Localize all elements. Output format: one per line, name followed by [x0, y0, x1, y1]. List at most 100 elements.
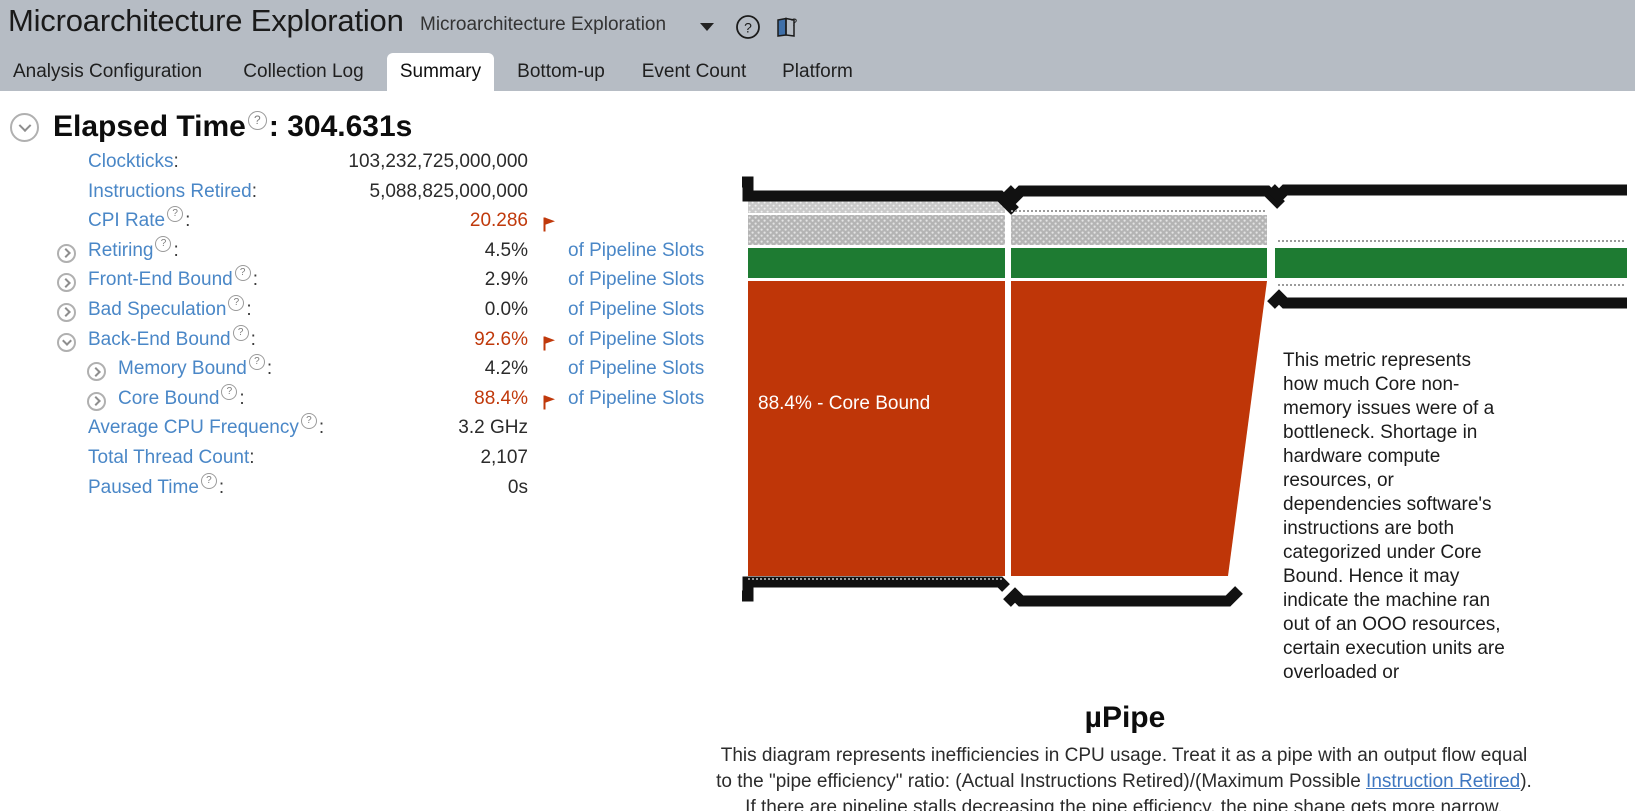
- metric-row: Total Thread Count: 2,107: [0, 447, 730, 477]
- app-title: Microarchitecture Exploration: [8, 3, 404, 39]
- tab-bar: Analysis Configuration Collection LogSumm…: [0, 53, 1635, 91]
- analysis-name-label[interactable]: Microarchitecture Exploration: [420, 14, 666, 36]
- metric-label-text: Bad Speculation: [88, 299, 226, 321]
- metric-label[interactable]: Instructions Retired:: [88, 181, 257, 203]
- pipe-segment-2[interactable]: [1007, 189, 1281, 603]
- warning-flag-icon: [543, 336, 556, 351]
- metric-value: 3.2 GHz: [278, 417, 528, 439]
- metric-row: Memory Bound?: 4.2% of Pipeline Slots: [0, 358, 730, 388]
- tab-collection-log[interactable]: Collection Log: [226, 53, 381, 91]
- back-end-bound-band-2: [1011, 281, 1267, 576]
- metric-unit[interactable]: of Pipeline Slots: [568, 299, 704, 321]
- metric-label-text: Average CPU Frequency: [88, 417, 299, 439]
- expand-toggle-icon[interactable]: [87, 392, 106, 411]
- chevron-down-icon[interactable]: [700, 23, 714, 31]
- question-circle-icon[interactable]: ?: [735, 14, 761, 40]
- metric-row: Core Bound?: 88.4% of Pipeline Slots: [0, 388, 730, 418]
- metric-row: Clockticks: 103,232,725,000,000: [0, 151, 730, 181]
- metric-label[interactable]: Memory Bound?:: [118, 358, 272, 380]
- metric-colon: :: [174, 151, 179, 173]
- tab-bottom-up[interactable]: Bottom-up: [500, 53, 622, 91]
- metric-value: 103,232,725,000,000: [278, 151, 528, 173]
- book-help-icon[interactable]: ?: [775, 14, 801, 40]
- help-icon[interactable]: ?: [155, 236, 171, 252]
- help-icon[interactable]: ?: [221, 384, 237, 400]
- metric-label[interactable]: Total Thread Count:: [88, 447, 255, 469]
- expand-toggle-icon[interactable]: [57, 303, 76, 322]
- metric-label-text: Front-End Bound: [88, 269, 233, 291]
- metric-unit[interactable]: of Pipeline Slots: [568, 388, 704, 410]
- elapsed-time-label: Elapsed Time: [53, 110, 246, 144]
- expand-toggle-icon[interactable]: [57, 333, 76, 352]
- metric-unit[interactable]: of Pipeline Slots: [568, 269, 704, 291]
- metric-row: Bad Speculation?:0.0%of Pipeline Slots: [0, 299, 730, 329]
- metric-label[interactable]: Front-End Bound?:: [88, 269, 258, 291]
- metric-value: 2,107: [278, 447, 528, 469]
- metric-row: Paused Time?: 0s: [0, 477, 730, 507]
- metric-value: 20.286: [278, 210, 528, 232]
- pipe-segment-3[interactable]: [1271, 188, 1627, 305]
- metric-label[interactable]: Bad Speculation?:: [88, 299, 252, 321]
- metric-value: 4.2%: [278, 358, 528, 380]
- metric-colon: :: [239, 388, 244, 410]
- metric-label-text: CPI Rate: [88, 210, 165, 232]
- tab-platform[interactable]: Platform: [766, 53, 869, 91]
- metric-colon: :: [246, 299, 251, 321]
- retiring-band-2: [1011, 248, 1267, 278]
- help-icon[interactable]: ?: [228, 295, 244, 311]
- metric-colon: :: [185, 210, 190, 232]
- metric-colon: :: [173, 240, 178, 262]
- metric-row: CPI Rate?: 20.286: [0, 210, 730, 240]
- collapse-toggle-icon[interactable]: [10, 113, 39, 142]
- metric-label[interactable]: Retiring?:: [88, 240, 179, 262]
- metric-colon: :: [267, 358, 272, 380]
- metric-row: Average CPU Frequency?:3.2 GHz: [0, 417, 730, 447]
- flag-wrap: [543, 334, 556, 349]
- metric-label-text: Memory Bound: [118, 358, 247, 380]
- help-icon[interactable]: ?: [233, 325, 249, 341]
- help-icon[interactable]: ?: [201, 473, 217, 489]
- instruction-retired-link[interactable]: Instruction Retired: [1366, 771, 1520, 792]
- metric-label[interactable]: Paused Time?:: [88, 477, 224, 499]
- metric-value: 4.5%: [278, 240, 528, 262]
- help-icon[interactable]: ?: [249, 354, 265, 370]
- metric-label[interactable]: Clockticks:: [88, 151, 179, 173]
- help-icon[interactable]: ?: [248, 111, 267, 130]
- metrics-list: Clockticks: 103,232,725,000,000 Instructio…: [0, 151, 730, 506]
- metric-value: 92.6%: [278, 329, 528, 351]
- metric-tooltip: This metric represents how much Core non…: [1283, 349, 1511, 685]
- metric-value: 88.4%: [278, 388, 528, 410]
- metric-unit[interactable]: of Pipeline Slots: [568, 240, 704, 262]
- metric-value: 2.9%: [278, 269, 528, 291]
- metric-label-text: Paused Time: [88, 477, 199, 499]
- metric-colon: :: [253, 269, 258, 291]
- metric-label-text: Retiring: [88, 240, 153, 262]
- metric-unit[interactable]: of Pipeline Slots: [568, 329, 704, 351]
- flag-wrap: [543, 215, 556, 230]
- tab-summary[interactable]: Summary: [387, 53, 494, 91]
- metric-label[interactable]: CPI Rate?:: [88, 210, 190, 232]
- metric-row: Instructions Retired: 5,088,825,000,000: [0, 181, 730, 211]
- metric-unit[interactable]: of Pipeline Slots: [568, 358, 704, 380]
- metric-value: 0s: [278, 477, 528, 499]
- expand-toggle-icon[interactable]: [57, 273, 76, 292]
- flag-wrap: [543, 393, 556, 408]
- metric-label-text: Clockticks: [88, 151, 174, 173]
- metric-label[interactable]: Back-End Bound?:: [88, 329, 256, 351]
- tab-analysis-configuration[interactable]: Analysis Configuration: [0, 53, 215, 91]
- tab-event-count[interactable]: Event Count: [628, 53, 760, 91]
- metric-label-text: Back-End Bound: [88, 329, 231, 351]
- back-end-bound-band: [748, 281, 1005, 576]
- metric-label[interactable]: Core Bound?:: [118, 388, 245, 410]
- help-icon[interactable]: ?: [167, 206, 183, 222]
- application-window: Microarchitecture Exploration Microarchi…: [0, 0, 1635, 811]
- upipe-title: µPipe: [715, 701, 1535, 735]
- metric-value: 5,088,825,000,000: [278, 181, 528, 203]
- elapsed-time-value: : 304.631s: [269, 110, 412, 144]
- expand-toggle-icon[interactable]: [87, 362, 106, 381]
- expand-toggle-icon[interactable]: [57, 244, 76, 263]
- help-icon[interactable]: ?: [235, 265, 251, 281]
- pipe-segment-1[interactable]: [742, 182, 1015, 596]
- app-header: Microarchitecture Exploration Microarchi…: [0, 0, 1635, 53]
- metric-row: Back-End Bound?: 92.6% of Pipeline Slots: [0, 329, 730, 359]
